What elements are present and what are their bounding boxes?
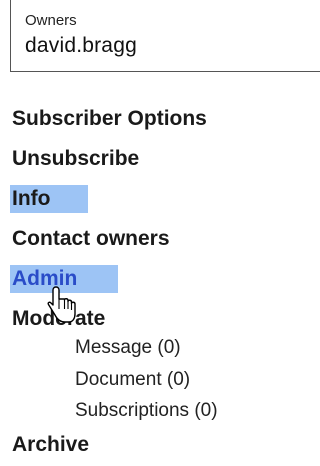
menu-item-info[interactable]: Info — [10, 180, 209, 220]
menu-item-label: Unsubscribe — [12, 147, 140, 170]
menu-item-moderate[interactable]: Moderate — [10, 300, 209, 340]
submenu-item-message[interactable]: Message (0) — [75, 337, 181, 359]
submenu-item-document[interactable]: Document (0) — [75, 369, 190, 391]
menu-item-label: Subscriber Options — [12, 107, 207, 130]
menu-item-unsubscribe[interactable]: Unsubscribe — [10, 140, 209, 180]
menu-item-admin[interactable]: Admin — [10, 260, 209, 300]
menu-item-archive[interactable]: Archive — [10, 426, 91, 466]
owners-value: david.bragg — [25, 34, 137, 57]
menu-item-contact-owners[interactable]: Contact owners — [10, 220, 209, 260]
owners-label: Owners — [25, 12, 77, 29]
menu-item-label: Info — [10, 185, 88, 213]
menu-item-label: Archive — [12, 433, 90, 456]
menu-item-label: Contact owners — [12, 227, 170, 250]
submenu-item-subscriptions[interactable]: Subscriptions (0) — [75, 400, 218, 422]
list-menu: Subscriber Options Unsubscribe Info Cont… — [10, 100, 209, 340]
hand-pointer-icon — [47, 286, 76, 323]
owners-box: Owners david.bragg — [10, 0, 320, 72]
menu-item-subscriber-options[interactable]: Subscriber Options — [10, 100, 209, 140]
